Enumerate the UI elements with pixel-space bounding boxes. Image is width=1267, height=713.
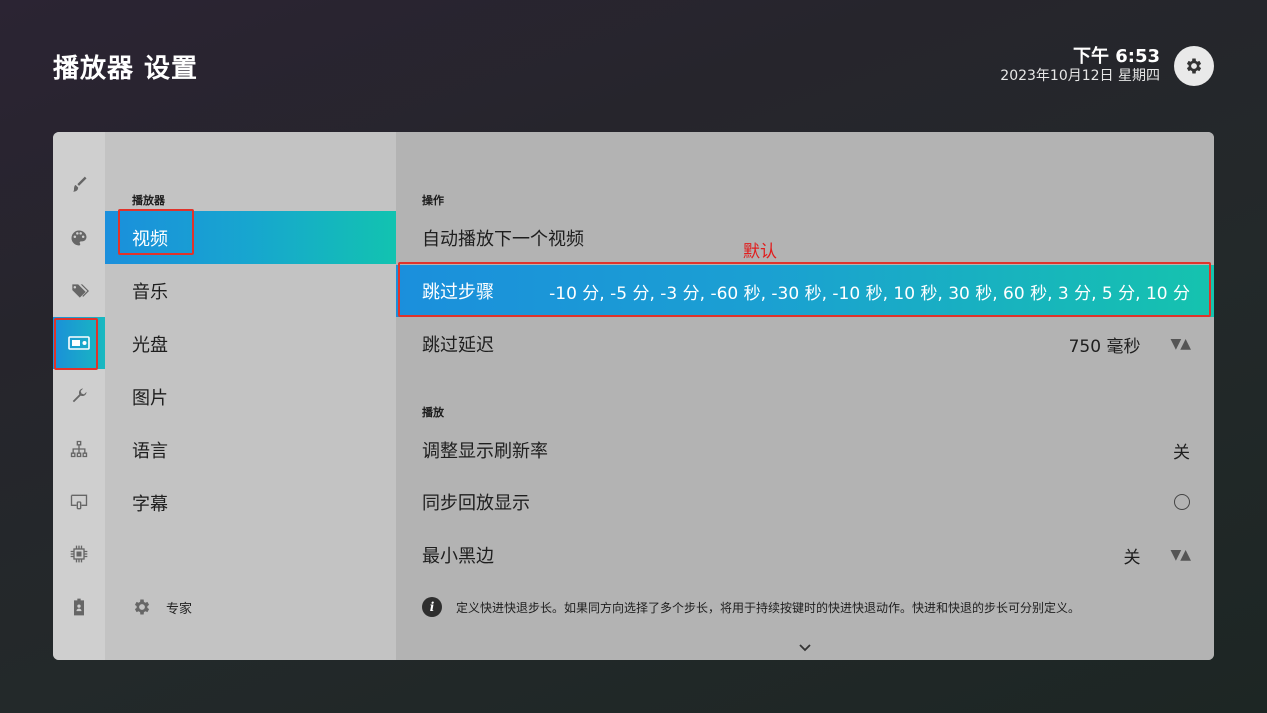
category-label: 音乐 xyxy=(132,281,168,303)
category-label: 图片 xyxy=(132,387,168,409)
sidebar-appearance[interactable] xyxy=(53,159,105,211)
setting-value-group xyxy=(1174,494,1190,510)
category-label: 光盘 xyxy=(132,334,168,356)
setting-label: 最小黑边 xyxy=(422,546,494,567)
sidebar-network[interactable] xyxy=(53,423,105,475)
setting-adjust-refresh-rate[interactable]: 调整显示刷新率 关 xyxy=(396,424,1214,476)
setting-value-group: 关 ▼▲ xyxy=(1123,543,1191,568)
player-icon xyxy=(68,336,90,350)
chip-icon xyxy=(70,545,88,563)
chevron-down-icon xyxy=(799,644,811,652)
setting-skip-steps[interactable]: 跳过步骤 -10 分, -5 分, -3 分, -60 秒, -30 秒, -1… xyxy=(396,265,1214,317)
scroll-down-indicator[interactable] xyxy=(798,638,812,657)
setting-value: 关 xyxy=(1123,547,1141,568)
clock-time: 下午 6:53 xyxy=(1072,46,1160,67)
category-item-language[interactable]: 语言 xyxy=(105,423,396,476)
clock-date: 2023年10月12日 星期四 xyxy=(1000,68,1160,84)
section-label-operation: 操作 xyxy=(422,194,444,207)
spinner-arrows-icon[interactable]: ▼▲ xyxy=(1170,547,1191,563)
expert-label: 专家 xyxy=(166,601,193,617)
annotation-default-label: 默认 xyxy=(743,242,777,262)
sidebar-services[interactable] xyxy=(53,370,105,422)
setting-value: 750 毫秒 xyxy=(1068,336,1141,357)
category-column: 播放器 视频 音乐 光盘 图片 语言 字幕 专家 xyxy=(105,132,396,660)
settings-list: 操作 自动播放下一个视频 跳过步骤 -10 分, -5 分, -3 分, -60… xyxy=(396,132,1214,660)
category-label: 视频 xyxy=(132,228,168,250)
category-item-music[interactable]: 音乐 xyxy=(105,264,396,317)
gear-icon xyxy=(134,599,150,615)
spinner-arrows-icon[interactable]: ▼▲ xyxy=(1170,336,1191,352)
setting-value: 关 xyxy=(1173,442,1190,463)
setting-label: 自动播放下一个视频 xyxy=(422,229,584,250)
setting-min-black-bars[interactable]: 最小黑边 关 ▼▲ xyxy=(396,529,1214,581)
sidebar-icon-column xyxy=(53,132,105,660)
palette-icon xyxy=(71,230,87,246)
settings-panel: 播放器 视频 音乐 光盘 图片 语言 字幕 专家 操作 自动播放下一个视频 跳过… xyxy=(53,132,1214,660)
wrench-icon xyxy=(72,388,87,403)
category-label: 字幕 xyxy=(132,493,168,515)
setting-autoplay-next[interactable]: 自动播放下一个视频 xyxy=(396,212,1214,264)
network-icon xyxy=(70,440,88,458)
settings-button[interactable] xyxy=(1174,46,1214,86)
expert-mode-toggle[interactable]: 专家 xyxy=(132,597,192,617)
info-icon: i xyxy=(422,597,442,617)
page-title: 播放器 设置 xyxy=(53,54,199,84)
sidebar-system[interactable] xyxy=(53,528,105,580)
setting-sync-display[interactable]: 同步回放显示 xyxy=(396,476,1214,528)
clock: 下午 6:53 2023年10月12日 星期四 xyxy=(1000,47,1160,85)
setting-label: 调整显示刷新率 xyxy=(422,441,548,462)
setting-label: 同步回放显示 xyxy=(422,493,530,514)
badge-icon xyxy=(74,598,84,616)
category-label: 语言 xyxy=(132,440,168,462)
setting-value-group: 750 毫秒 ▼▲ xyxy=(1068,332,1191,357)
radio-off-icon[interactable] xyxy=(1174,494,1190,510)
category-item-subtitles[interactable]: 字幕 xyxy=(105,476,396,529)
category-section-label: 播放器 xyxy=(132,194,165,207)
setting-value: -10 分, -5 分, -3 分, -60 秒, -30 秒, -10 秒, … xyxy=(549,283,1190,304)
setting-label: 跳过延迟 xyxy=(422,335,494,356)
sidebar-profiles[interactable] xyxy=(53,581,105,633)
setting-label: 跳过步骤 xyxy=(422,282,494,303)
setting-skip-delay[interactable]: 跳过延迟 750 毫秒 ▼▲ xyxy=(396,318,1214,370)
category-item-pictures[interactable]: 图片 xyxy=(105,370,396,423)
sidebar-skins[interactable] xyxy=(53,212,105,264)
section-label-playback: 播放 xyxy=(422,406,444,419)
setting-description: i 定义快进快退步长。如果同方向选择了多个步长，将用于持续按键时的快进快退动作。… xyxy=(422,597,1080,617)
category-item-video[interactable]: 视频 xyxy=(105,211,396,264)
category-item-disc[interactable]: 光盘 xyxy=(105,317,396,370)
sidebar-media[interactable] xyxy=(53,265,105,317)
sidebar-player[interactable] xyxy=(53,317,105,369)
gear-icon xyxy=(1186,58,1202,74)
display-icon xyxy=(70,494,88,510)
brush-icon xyxy=(73,176,87,192)
sidebar-interface[interactable] xyxy=(53,476,105,528)
tags-icon xyxy=(71,284,89,298)
description-text: 定义快进快退步长。如果同方向选择了多个步长，将用于持续按键时的快进快退动作。快进… xyxy=(456,600,1081,615)
